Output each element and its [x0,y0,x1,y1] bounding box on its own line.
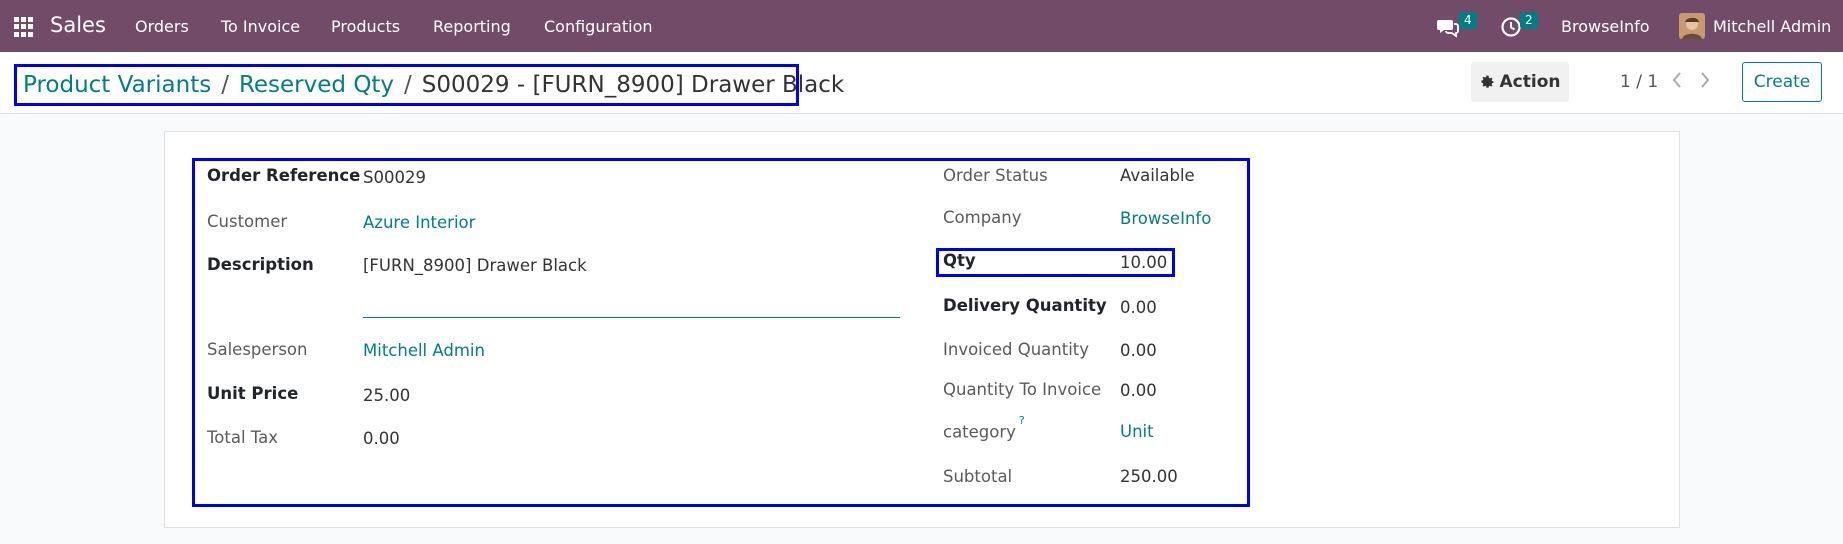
menu-reporting[interactable]: Reporting [433,17,511,36]
company-switcher[interactable]: BrowseInfo [1561,17,1650,36]
customer-label: Customer [207,212,288,231]
delivery-quantity-label: Delivery Quantity [943,296,1107,315]
quantity-to-invoice-label: Quantity To Invoice [943,380,1102,399]
create-button[interactable]: Create [1742,62,1822,102]
apps-grid-icon[interactable] [14,17,34,37]
highlight-fields-group [192,158,1250,507]
gear-icon [1481,75,1493,88]
salesperson-link[interactable]: Mitchell Admin [363,341,485,360]
qty-label: Qty [943,251,976,270]
order-status-value: Available [1120,166,1195,185]
menu-products[interactable]: Products [331,17,400,36]
action-button[interactable]: Action [1471,62,1569,102]
breadcrumb-current-record: S00029 - [FURN_8900] Drawer Black [421,72,845,98]
salesperson-label: Salesperson [207,340,308,359]
app-name[interactable]: Sales [50,13,106,37]
subtotal-label: Subtotal [943,467,1013,486]
menu-configuration[interactable]: Configuration [544,17,653,36]
messages-icon[interactable] [1437,16,1459,38]
clock-activity-icon[interactable] [1500,16,1522,38]
pager-value[interactable]: 1 / 1 [1620,72,1658,92]
total-tax-value: 0.00 [363,429,400,448]
customer-link[interactable]: Azure Interior [363,213,475,232]
description-value[interactable]: [FURN_8900] Drawer Black [363,256,587,275]
unit-price-label: Unit Price [207,384,299,403]
category-label-text: category [943,422,1016,442]
chevron-left-icon[interactable] [1667,68,1687,92]
messages-badge: 4 [1459,12,1477,29]
company-label: Company [943,208,1022,227]
breadcrumb-separator: / [404,72,412,98]
breadcrumb-separator: / [221,72,229,98]
unit-price-value: 25.00 [363,386,411,405]
menu-orders[interactable]: Orders [135,17,189,36]
category-link[interactable]: Unit [1120,422,1154,441]
invoiced-quantity-label: Invoiced Quantity [943,340,1090,359]
chevron-right-icon[interactable] [1695,68,1715,92]
breadcrumb: Product Variants / Reserved Qty / S00029… [14,64,844,106]
help-tooltip-icon[interactable]: ? [1019,414,1025,427]
order-reference-value: S00029 [363,168,426,187]
breadcrumb-reserved-qty[interactable]: Reserved Qty [239,72,394,98]
menu-to-invoice[interactable]: To Invoice [221,17,300,36]
company-link[interactable]: BrowseInfo [1120,209,1211,228]
category-label: category? [943,414,1025,442]
qty-value: 10.00 [1120,253,1168,272]
invoiced-quantity-value: 0.00 [1120,341,1157,360]
order-status-label: Order Status [943,166,1048,185]
order-reference-label: Order Reference [207,166,361,185]
user-avatar[interactable] [1679,13,1705,39]
user-menu[interactable]: Mitchell Admin [1713,17,1831,36]
description-underline [363,317,900,318]
quantity-to-invoice-value: 0.00 [1120,381,1157,400]
total-tax-label: Total Tax [207,428,279,447]
control-panel: Product Variants / Reserved Qty / S00029… [0,52,1843,114]
breadcrumb-product-variants[interactable]: Product Variants [23,72,211,98]
top-navbar: Sales Orders To Invoice Products Reporti… [0,0,1843,52]
delivery-quantity-value: 0.00 [1120,298,1157,317]
action-label: Action [1499,72,1561,92]
subtotal-value: 250.00 [1120,467,1178,486]
description-label: Description [207,255,314,274]
activities-badge: 2 [1520,12,1538,29]
